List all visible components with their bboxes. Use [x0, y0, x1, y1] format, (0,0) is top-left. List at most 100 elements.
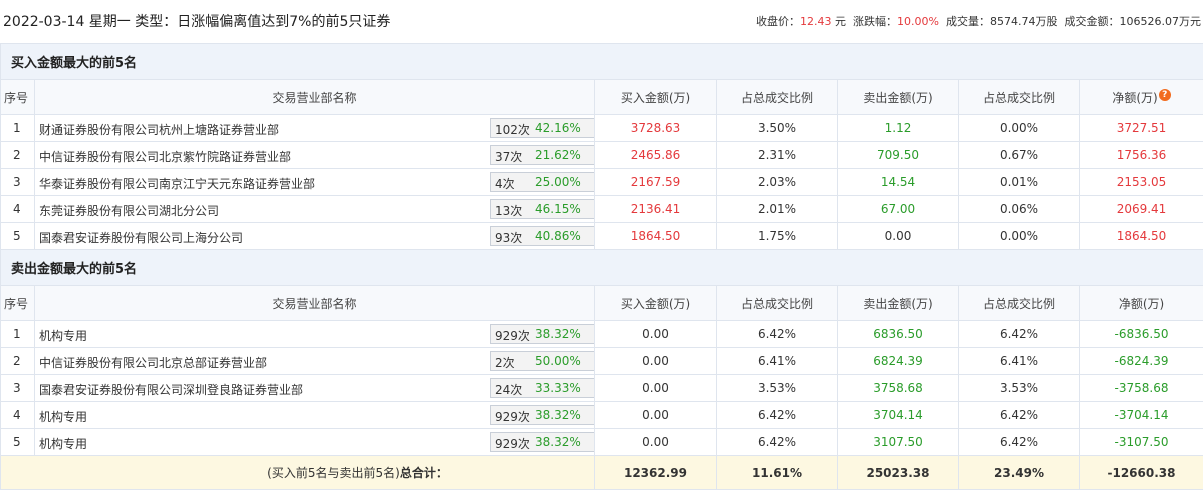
- row-seq: 2: [0, 141, 35, 169]
- col-sell-ratio: 占总成交比例: [958, 79, 1080, 115]
- col-sell: 卖出金额(万): [837, 79, 959, 115]
- col-buy-ratio: 占总成交比例: [716, 79, 838, 115]
- net-amount: -6824.39: [1079, 347, 1203, 375]
- branch-cell: 国泰君安证券股份有限公司上海分公司 93次 40.86%: [34, 222, 595, 250]
- sell-amount: 1.12: [837, 114, 959, 142]
- stock-stats: 收盘价：12.43 元 涨跌幅：10.00% 成交量：8574.74万股 成交金…: [756, 13, 1201, 29]
- row-seq: 4: [0, 401, 35, 429]
- row-seq: 3: [0, 168, 35, 196]
- branch-cell: 财通证券股份有限公司杭州上塘路证券营业部 102次 42.16%?: [34, 114, 595, 142]
- branch-cell: 国泰君安证券股份有限公司深圳登良路证券营业部 24次 33.33%: [34, 374, 595, 402]
- branch-name[interactable]: 财通证券股份有限公司杭州上塘路证券营业部: [39, 121, 279, 138]
- history-badge[interactable]: 2次 50.00%: [490, 351, 594, 371]
- sell-amount: 67.00: [837, 195, 959, 223]
- header-bar: 2022-03-14 星期一 类型：日涨幅偏离值达到7%的前5只证券 收盘价：1…: [0, 0, 1203, 40]
- buy-amount: 2465.86: [594, 141, 717, 169]
- success-rate: 21.62%: [535, 148, 581, 162]
- buy-ratio: 6.41%: [716, 347, 838, 375]
- buy-amount: 0.00: [594, 320, 717, 348]
- total-buy-ratio: 11.61%: [716, 455, 838, 490]
- history-badge[interactable]: 929次 38.32%?: [490, 324, 595, 344]
- sell-amount: 0.00: [837, 222, 959, 250]
- buy-section-header: 买入金额最大的前5名: [0, 43, 1203, 80]
- change-label: 涨跌幅：: [853, 15, 898, 28]
- close-price-unit: 元: [835, 15, 847, 28]
- branch-name[interactable]: 机构专用: [39, 408, 87, 425]
- trade-table-wrapper: 买入金额最大的前5名 序号 交易营业部名称 买入金额(万) 占总成交比例 卖出金…: [0, 43, 1203, 490]
- branch-name[interactable]: 机构专用: [39, 327, 87, 344]
- question-icon[interactable]: ?: [594, 327, 595, 341]
- branch-name[interactable]: 中信证券股份有限公司北京紫竹院路证券营业部: [39, 148, 291, 165]
- row-seq: 4: [0, 195, 35, 223]
- buy-ratio: 3.53%: [716, 374, 838, 402]
- page-title: 2022-03-14 星期一 类型：日涨幅偏离值达到7%的前5只证券: [3, 14, 391, 30]
- net-amount: 1756.36: [1079, 141, 1203, 169]
- net-amount: -3758.68: [1079, 374, 1203, 402]
- listing-count: 929次: [495, 437, 530, 451]
- branch-name[interactable]: 中信证券股份有限公司北京总部证券营业部: [39, 354, 267, 371]
- branch-cell: 中信证券股份有限公司北京紫竹院路证券营业部 37次 21.62%: [34, 141, 595, 169]
- amount-value: 106526.07万元: [1119, 15, 1202, 28]
- listing-count: 102次: [495, 123, 530, 137]
- success-rate: 33.33%: [535, 381, 581, 395]
- history-badge[interactable]: 24次 33.33%: [490, 378, 594, 398]
- history-badge[interactable]: 93次 40.86%: [490, 226, 594, 246]
- table-row: 4 机构专用 929次 38.32% 0.00 6.42% 3704.14 6.42% -370…: [0, 401, 1203, 429]
- history-badge[interactable]: 929次 38.32%: [490, 432, 594, 452]
- buy-amount: 2136.41: [594, 195, 717, 223]
- col-net: 净额(万)?: [1079, 79, 1203, 115]
- buy-ratio: 3.50%: [716, 114, 838, 142]
- sell-amount: 14.54: [837, 168, 959, 196]
- volume-value: 8574.74万股: [990, 15, 1058, 28]
- success-rate: 40.86%: [535, 229, 581, 243]
- sell-amount: 6824.39: [837, 347, 959, 375]
- sell-ratio: 3.53%: [958, 374, 1080, 402]
- net-help-icon[interactable]: ?: [1158, 88, 1171, 101]
- branch-cell: 东莞证券股份有限公司湖北分公司 13次 46.15%: [34, 195, 595, 223]
- row-seq: 5: [0, 222, 35, 250]
- branch-name[interactable]: 华泰证券股份有限公司南京江宁天元东路证券营业部: [39, 175, 315, 192]
- sell-section-header: 卖出金额最大的前5名: [0, 249, 1203, 286]
- buy-ratio: 2.03%: [716, 168, 838, 196]
- success-rate: 38.32%: [535, 408, 581, 422]
- branch-cell: 中信证券股份有限公司北京总部证券营业部 2次 50.00%: [34, 347, 595, 375]
- change-value: 10.00%: [897, 15, 939, 28]
- question-icon[interactable]: ?: [594, 121, 595, 135]
- net-amount: 2069.41: [1079, 195, 1203, 223]
- row-seq: 1: [0, 114, 35, 142]
- col-buy-ratio: 占总成交比例: [716, 285, 838, 321]
- history-badge[interactable]: 13次 46.15%: [490, 199, 594, 219]
- net-amount: -3704.14: [1079, 401, 1203, 429]
- sell-ratio: 0.00%: [958, 222, 1080, 250]
- sell-amount: 6836.50: [837, 320, 959, 348]
- buy-ratio: 2.01%: [716, 195, 838, 223]
- row-seq: 5: [0, 428, 35, 456]
- branch-name[interactable]: 东莞证券股份有限公司湖北分公司: [39, 202, 219, 219]
- branch-name[interactable]: 国泰君安证券股份有限公司深圳登良路证券营业部: [39, 381, 303, 398]
- branch-cell: 机构专用 929次 38.32%: [34, 428, 595, 456]
- sell-amount: 3704.14: [837, 401, 959, 429]
- sell-ratio: 6.42%: [958, 401, 1080, 429]
- total-label: (买入前5名与卖出前5名)总合计：: [0, 455, 595, 490]
- history-badge[interactable]: 929次 38.32%: [490, 405, 594, 425]
- listing-count: 2次: [495, 356, 515, 370]
- listing-count: 929次: [495, 329, 530, 343]
- row-seq: 2: [0, 347, 35, 375]
- col-sell: 卖出金额(万): [837, 285, 959, 321]
- table-row: 1财通证券股份有限公司杭州上塘路证券营业部102次42.16%?3728.633…: [0, 114, 1203, 142]
- sell-ratio: 6.42%: [958, 320, 1080, 348]
- sell-amount: 3107.50: [837, 428, 959, 456]
- buy-section-title: 买入金额最大的前5名: [0, 43, 1203, 80]
- history-badge[interactable]: 37次 21.62%: [490, 145, 594, 165]
- total-label-suffix: 总合计：: [399, 466, 448, 480]
- total-row: (买入前5名与卖出前5名)总合计： 12362.99 11.61% 25023.…: [0, 455, 1203, 490]
- history-badge[interactable]: 102次 42.16%?: [490, 118, 595, 138]
- branch-name[interactable]: 机构专用: [39, 435, 87, 452]
- history-badge[interactable]: 4次 25.00%: [490, 172, 594, 192]
- close-price-label: 收盘价：: [756, 15, 801, 28]
- total-sell-ratio: 23.49%: [958, 455, 1080, 490]
- col-net: 净额(万): [1079, 285, 1203, 321]
- listing-count: 4次: [495, 177, 515, 191]
- branch-name[interactable]: 国泰君安证券股份有限公司上海分公司: [39, 229, 243, 246]
- buy-ratio: 6.42%: [716, 428, 838, 456]
